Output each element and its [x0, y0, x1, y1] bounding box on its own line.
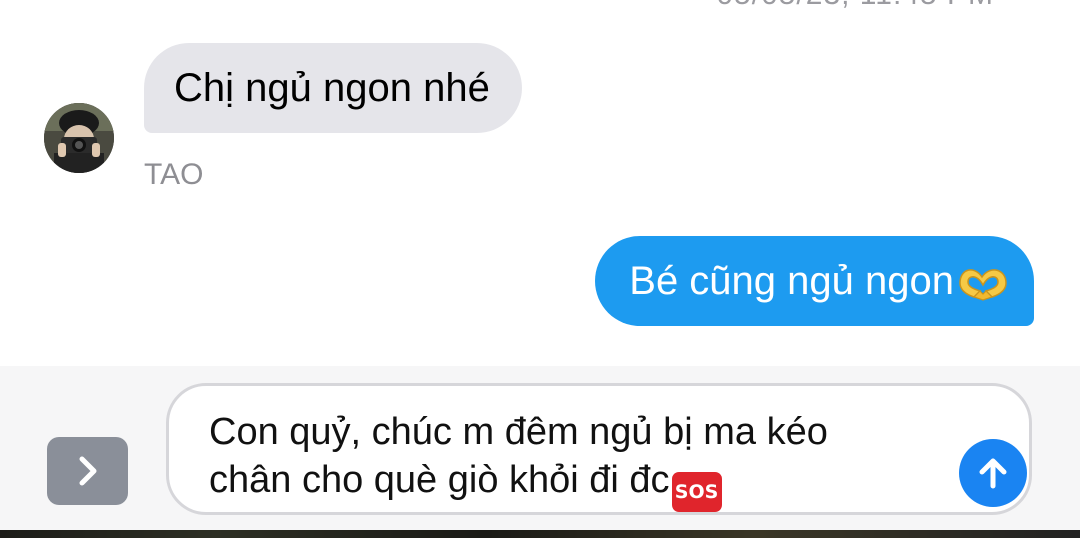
send-button[interactable]	[959, 439, 1027, 507]
expand-toolbar-button[interactable]	[47, 437, 128, 505]
person-with-camera-avatar-icon	[44, 103, 114, 173]
message-input-text[interactable]: Con quỷ, chúc m đêm ngủ bị ma kéo chân c…	[209, 408, 949, 512]
incoming-message-text: Chị ngủ ngon nhé	[174, 65, 490, 110]
message-input-line-2-text: chân cho què giò khỏi đi đc	[209, 459, 670, 501]
outgoing-message-bubble[interactable]: Bé cũng ngủ ngon	[595, 236, 1034, 326]
arrow-up-icon	[979, 458, 1007, 489]
conversation-screen: 05/05/23, 11:45 PM Chị ngủ ngon nhé TAO …	[0, 0, 1080, 538]
incoming-message-bubble[interactable]: Chị ngủ ngon nhé	[144, 43, 522, 133]
sender-name: TAO	[144, 158, 204, 191]
heart-hands-emoji-icon	[956, 261, 1010, 301]
message-input-line-2: chân cho què giò khỏi đi đc SOS	[209, 456, 949, 512]
message-input[interactable]: Con quỷ, chúc m đêm ngủ bị ma kéo chân c…	[166, 383, 1032, 515]
message-input-line-1: Con quỷ, chúc m đêm ngủ bị ma kéo	[209, 411, 828, 453]
keyboard-edge	[0, 530, 1080, 538]
sender-avatar[interactable]	[44, 103, 114, 173]
sos-emoji-icon: SOS	[671, 472, 722, 512]
message-timestamp: 05/05/23, 11:45 PM	[716, 0, 994, 12]
chevron-right-icon	[79, 456, 96, 486]
outgoing-message-text: Bé cũng ngủ ngon	[629, 258, 954, 303]
